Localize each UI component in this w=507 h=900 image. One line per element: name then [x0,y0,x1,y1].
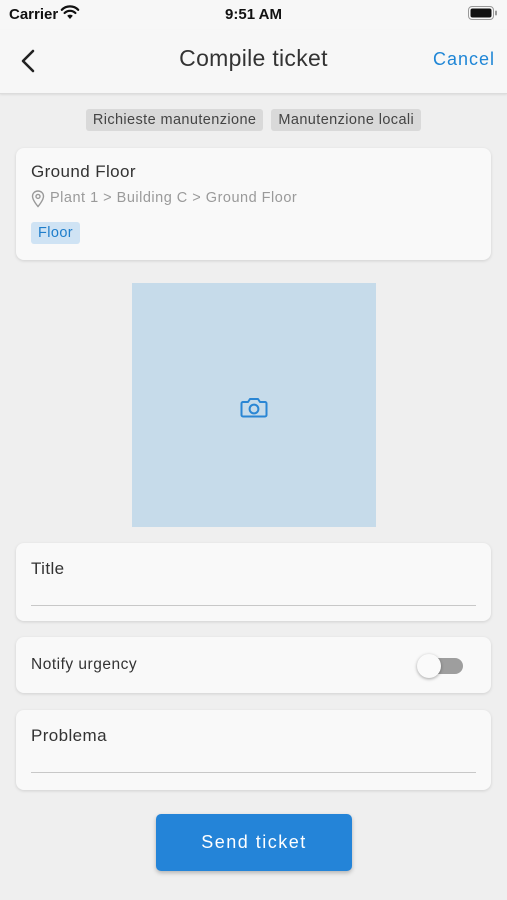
toggle-knob [417,654,441,678]
cancel-button[interactable]: Cancel [433,49,495,70]
subcategory-chip: Manutenzione locali [271,109,422,131]
navigation-bar: Compile ticket Cancel [0,30,507,94]
page-title: Compile ticket [179,45,328,71]
location-card: Ground Floor Plant 1 > Building C > Grou… [16,148,491,260]
camera-icon [240,398,268,418]
problem-input[interactable] [31,736,476,773]
location-type-tag: Floor [31,222,81,244]
title-input[interactable] [31,569,476,606]
status-bar: Carrier 9:51 AM [0,0,507,30]
notify-urgency-toggle[interactable] [417,654,463,678]
photo-upload-area[interactable] [132,283,376,527]
notify-urgency-card: Notify urgency [16,637,491,693]
location-path: Plant 1 > Building C > Ground Floor [50,190,298,206]
clock-time: 9:51 AM [225,6,282,23]
category-breadcrumb: Richieste manutenzione Manutenzione loca… [0,109,507,131]
send-ticket-button[interactable]: Send ticket [156,814,352,871]
category-chip: Richieste manutenzione [85,109,264,131]
battery-icon [468,6,497,20]
problem-field-card: Problema [16,710,491,790]
title-field-card: Title [16,543,491,621]
notify-urgency-label: Notify urgency [31,656,138,673]
location-pin-icon [31,190,45,208]
location-name: Ground Floor [31,162,136,181]
